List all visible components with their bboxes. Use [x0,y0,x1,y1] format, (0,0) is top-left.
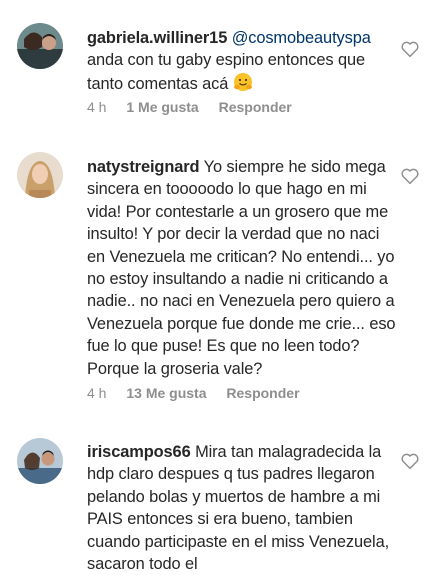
comment-meta: 4 h 13 Me gusta Responder [87,385,316,401]
reply-button[interactable]: Responder [219,99,292,115]
comment-message: anda con tu gaby espino entonces que tan… [87,51,365,93]
avatar-photo-icon [17,438,63,484]
comment-message: Mira tan malagradecida la hdp claro desp… [87,443,390,574]
avatar[interactable] [17,438,63,484]
reply-button[interactable]: Responder [226,385,299,401]
comment-likes[interactable]: 1 Me gusta [126,99,198,115]
comment-message: Yo siempre he sido mega sincera en toooo… [87,158,396,378]
comment-username[interactable]: natystreignard [87,158,200,176]
comment-text: natystreignard Yo siempre he sido mega s… [87,156,397,380]
avatar[interactable] [17,23,63,69]
mention-link[interactable]: @cosmobeautyspa [232,29,371,47]
avatar[interactable] [17,152,63,198]
like-heart-icon[interactable] [400,452,420,470]
hugging-face-emoji-icon [233,72,252,91]
comment-username[interactable]: gabriela.williner15 [87,29,227,47]
comment-text: gabriela.williner15 @cosmobeautyspa anda… [87,27,397,95]
comment-meta: 4 h 1 Me gusta Responder [87,99,308,115]
avatar-photo-icon [17,23,63,69]
comment-username[interactable]: iriscampos66 [87,443,191,461]
comment-text: iriscampos66 Mira tan malagradecida la h… [87,441,397,575]
like-heart-icon[interactable] [400,40,420,58]
comment-likes[interactable]: 13 Me gusta [126,385,206,401]
comment-time: 4 h [87,99,107,115]
avatar-photo-icon [17,152,63,198]
like-heart-icon[interactable] [400,167,420,185]
comment-time: 4 h [87,385,107,401]
